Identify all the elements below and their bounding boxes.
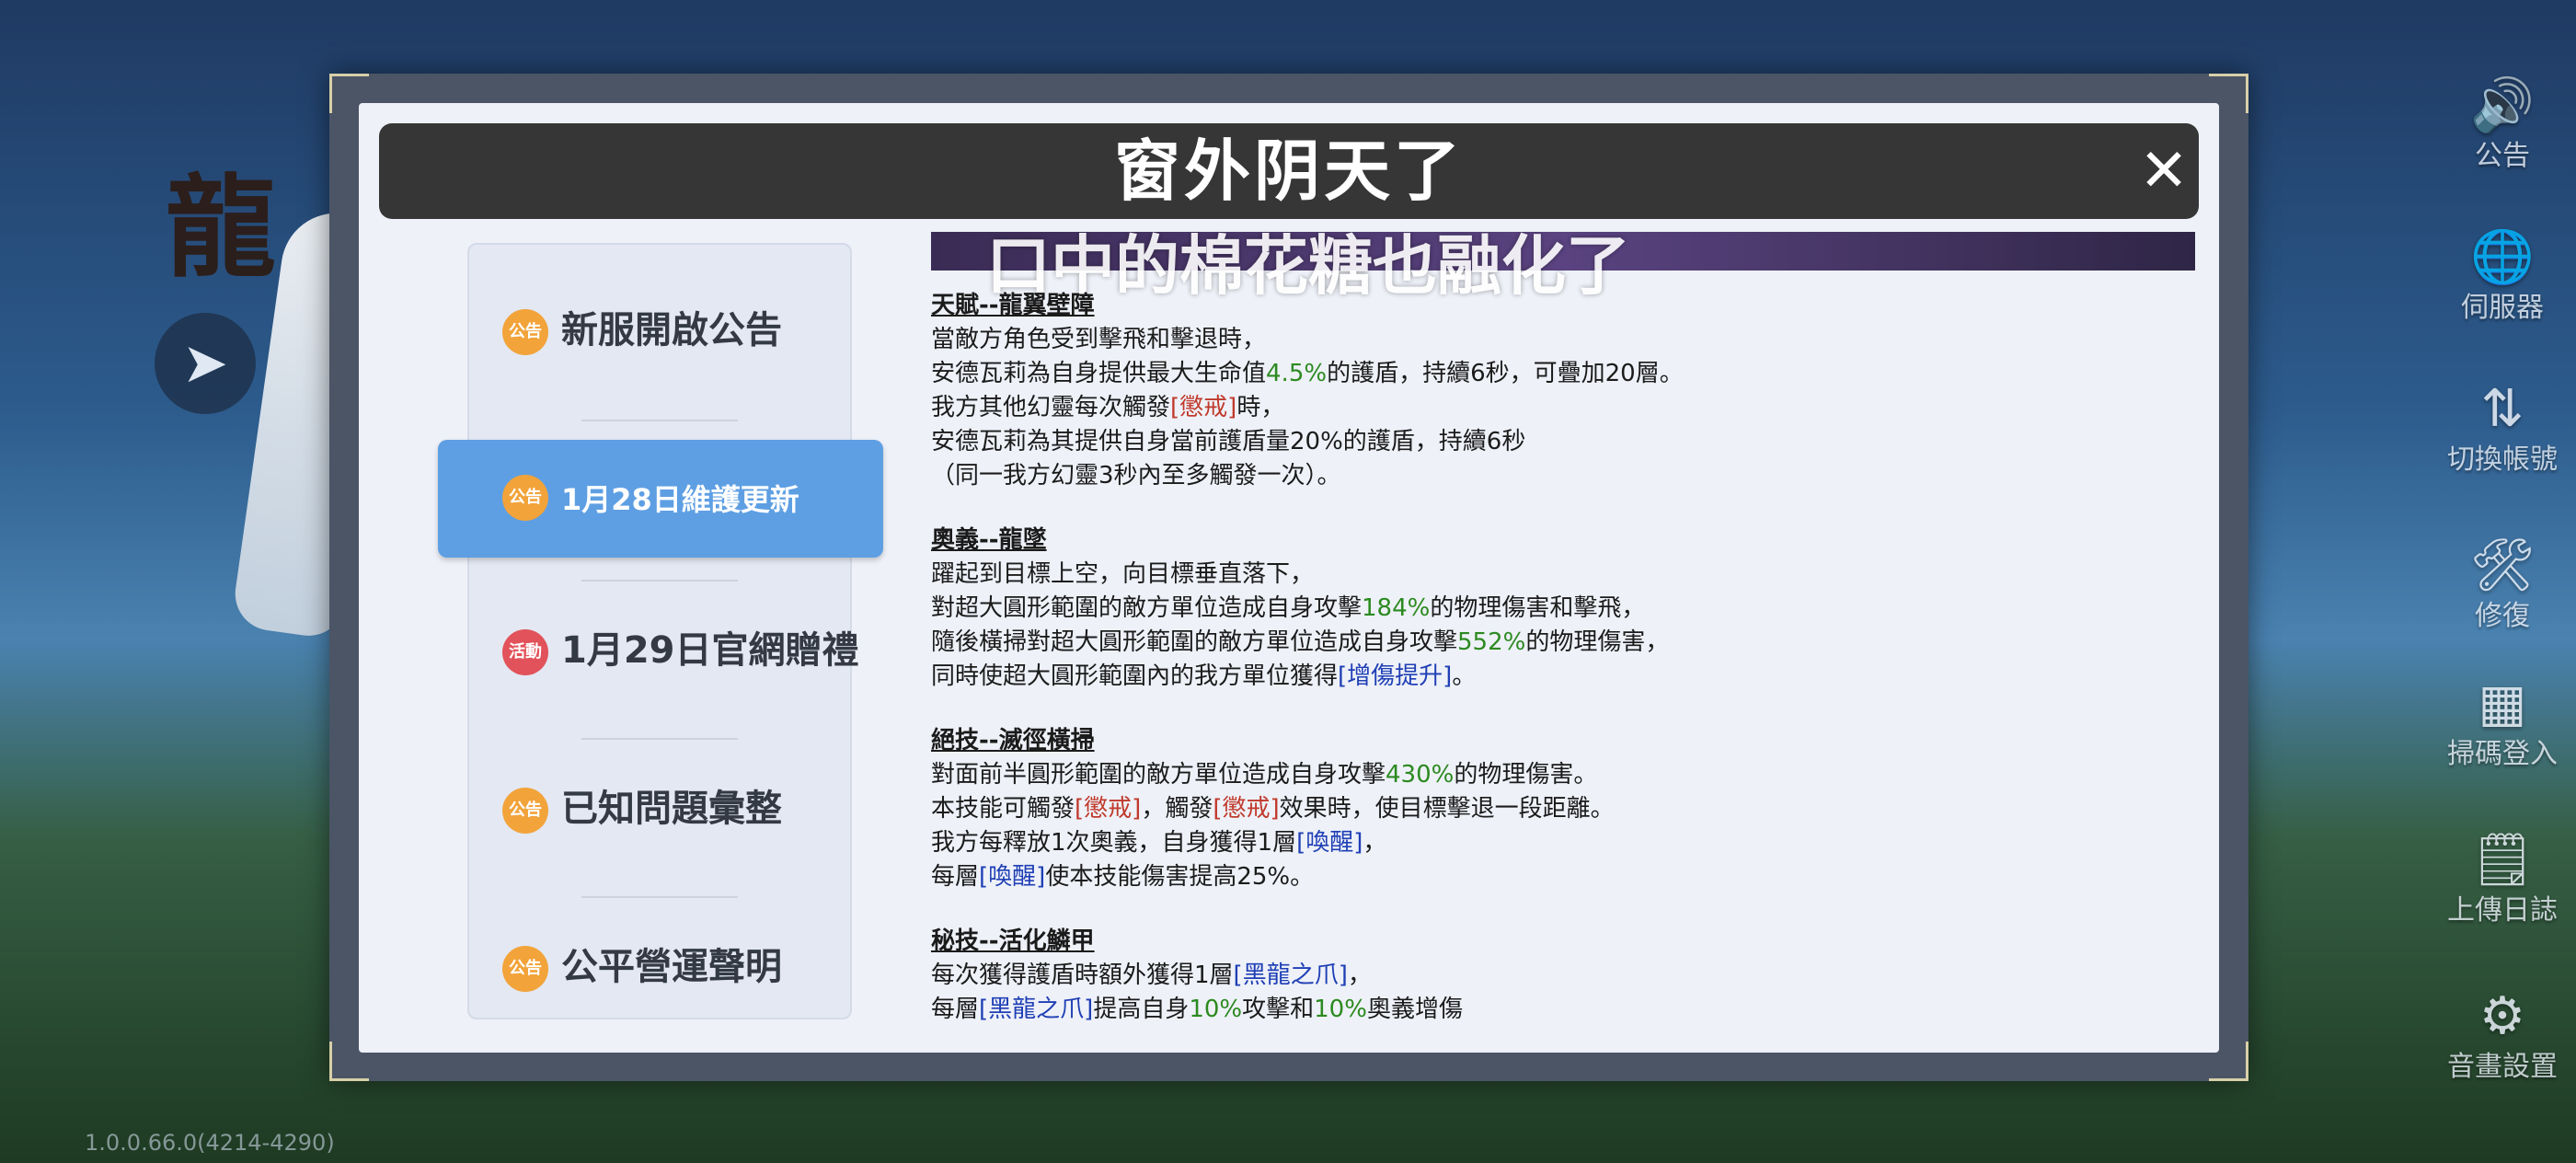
text-line: 躍起到目標上空，向目標垂直落下， <box>931 560 1315 588</box>
nav-item-website-gift[interactable]: 活動 1月29日官網贈禮 <box>438 594 883 705</box>
globe-icon: 🌐 <box>2470 227 2535 287</box>
divider <box>581 896 738 898</box>
text-line: 每層[黑龍之爪]提高自身10%攻擊和10%奧義增傷 <box>931 996 1463 1023</box>
share-button[interactable]: ➤ <box>155 313 256 414</box>
nav-item-label: 1月28日維護更新 <box>561 482 799 517</box>
upload-log-icon: 🗒 <box>2469 830 2536 890</box>
side-item-switch-account[interactable]: ⇅ 切換帳號 <box>2429 377 2576 506</box>
scan-icon: ▦ <box>2478 674 2527 733</box>
game-logo: 龍 <box>166 165 276 293</box>
version-label: 1.0.0.66.0(4214-4290) <box>85 1130 335 1156</box>
gear-icon: ⚙ <box>2478 986 2526 1046</box>
text-line: 安德瓦莉為自身提供最大生命值4.5%的護盾，持續6秒，可疊加20層。 <box>931 360 1684 387</box>
nav-item-new-server[interactable]: 公告 新服開啟公告 <box>438 274 883 385</box>
side-item-label: 音畫設置 <box>2447 1051 2558 1083</box>
repair-icon: 🛠 <box>2469 535 2536 595</box>
skill-description: 天賦--龍翼壁障 當敵方角色受到擊飛和擊退時， 安德瓦莉為自身提供最大生命值4.… <box>931 289 2195 1027</box>
side-item-upload-log[interactable]: 🗒 上傳日誌 <box>2429 828 2576 957</box>
text-line: 每層[喚醒]使本技能傷害提高25%。 <box>931 863 1315 891</box>
side-item-announcement[interactable]: 🔊 公告 <box>2429 74 2576 202</box>
side-item-repair[interactable]: 🛠 修復 <box>2429 534 2576 662</box>
announcement-panel: 窗外阴天了 ✕ 公告 新服開啟公告 公告 1月28日維護更新 活動 1月29日官… <box>359 103 2219 1053</box>
text-line: 對超大圓形範圍的敵方單位造成自身攻擊184%的物理傷害和擊飛， <box>931 594 1646 622</box>
text-line: 當敵方角色受到擊飛和擊退時， <box>931 326 1267 353</box>
text-line: 每次獲得護盾時額外獲得1層[黑龍之爪]， <box>931 961 1372 989</box>
divider <box>581 420 738 421</box>
nav-item-label: 公平營運聲明 <box>561 946 782 988</box>
text-line: 隨後橫掃對超大圓形範圍的敵方單位造成自身攻擊552%的物理傷害， <box>931 628 1670 656</box>
announcement-list: 公告 新服開啟公告 公告 1月28日維護更新 活動 1月29日官網贈禮 公告 已… <box>438 243 883 1019</box>
nav-item-label: 新服開啟公告 <box>561 309 782 351</box>
section-title: 天賦--龍翼壁障 <box>931 292 1095 319</box>
notice-badge: 公告 <box>502 788 548 834</box>
announcement-content[interactable]: 口中的棉花糖也融化了 天賦--龍翼壁障 當敵方角色受到擊飛和擊退時， 安德瓦莉為… <box>931 232 2201 1051</box>
side-item-server[interactable]: 🌐 伺服器 <box>2429 225 2576 354</box>
side-item-label: 公告 <box>2475 140 2530 172</box>
text-line: 安德瓦莉為其提供自身當前護盾量20%的護盾，持續6秒 <box>931 428 1526 455</box>
switch-account-icon: ⇅ <box>2480 379 2524 439</box>
side-item-label: 伺服器 <box>2461 292 2544 324</box>
side-item-scan-login[interactable]: ▦ 掃碼登入 <box>2429 672 2576 800</box>
divider <box>581 738 738 740</box>
side-item-av-settings[interactable]: ⚙ 音畫設置 <box>2429 985 2576 1113</box>
text-line: （同一我方幻靈3秒內至多觸發一次）。 <box>931 462 1341 489</box>
nav-item-label: 1月29日官網贈禮 <box>561 629 859 672</box>
close-button[interactable]: ✕ <box>2136 142 2191 201</box>
event-badge: 活動 <box>502 629 548 675</box>
nav-item-maintenance-update[interactable]: 公告 1月28日維護更新 <box>438 440 883 558</box>
title-bar: 窗外阴天了 ✕ <box>379 123 2199 219</box>
notice-badge: 公告 <box>502 475 548 521</box>
notice-badge: 公告 <box>502 946 548 992</box>
nav-item-label: 已知問題彙整 <box>561 788 782 830</box>
nav-item-fair-operation[interactable]: 公告 公平營運聲明 <box>438 911 883 1021</box>
nav-item-known-issues[interactable]: 公告 已知問題彙整 <box>438 753 883 863</box>
divider <box>581 580 738 582</box>
text-line: 對面前半圓形範圍的敵方單位造成自身攻擊430%的物理傷害。 <box>931 761 1598 789</box>
text-line: 我方其他幻靈每次觸發[懲戒]時， <box>931 394 1285 421</box>
overlay-title: 窗外阴天了 <box>1113 132 1464 210</box>
text-line: 本技能可觸發[懲戒]，觸發[懲戒]效果時，使目標擊退一段距離。 <box>931 795 1615 823</box>
text-line: 我方每釋放1次奧義，自身獲得1層[喚醒]， <box>931 829 1387 857</box>
section-title: 奧義--龍墜 <box>931 526 1047 554</box>
section-title: 絕技--滅徑橫掃 <box>931 727 1095 754</box>
side-item-label: 切換帳號 <box>2447 443 2558 476</box>
side-item-label: 修復 <box>2475 600 2530 632</box>
side-item-label: 掃碼登入 <box>2447 738 2558 770</box>
section-title: 秘技--活化鱗甲 <box>931 927 1095 955</box>
notice-badge: 公告 <box>502 309 548 355</box>
speaker-icon: 🔊 <box>2470 75 2535 135</box>
side-item-label: 上傳日誌 <box>2447 894 2558 927</box>
text-line: 同時使超大圓形範圍內的我方單位獲得[增傷提升]。 <box>931 662 1477 690</box>
